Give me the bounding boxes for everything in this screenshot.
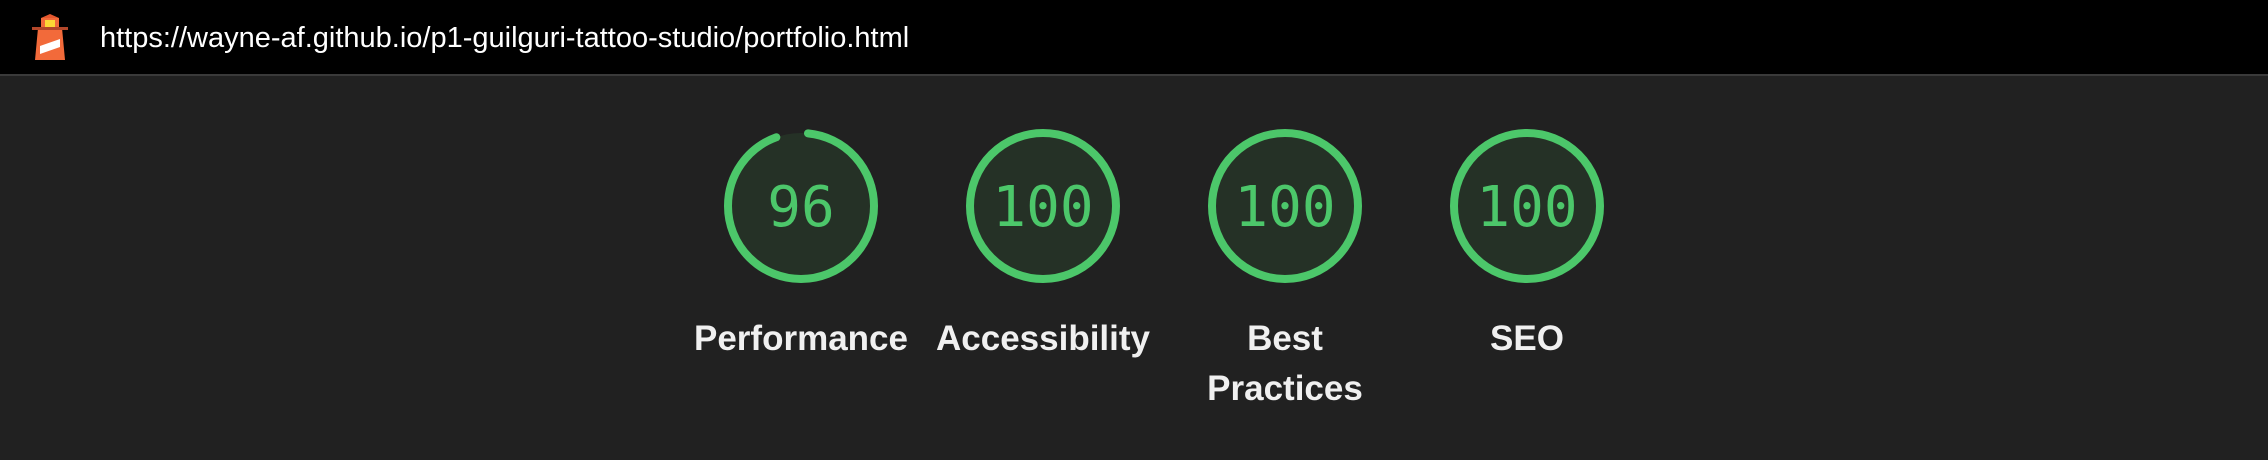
- gauge-best-practices[interactable]: 100 Best Practices: [1165, 126, 1405, 426]
- gauge-score: 100: [1476, 175, 1577, 240]
- gauge-label: Accessibility: [936, 319, 1150, 358]
- gauge-ring: 100: [966, 129, 1120, 283]
- gauge-score: 100: [992, 175, 1093, 240]
- gauge-performance[interactable]: 96 Performance: [681, 126, 921, 426]
- gauge-label: Best Practices: [1207, 319, 1363, 408]
- gauge-score: 100: [1234, 175, 1335, 240]
- gauge-label: SEO: [1490, 319, 1564, 358]
- gauge-score: 96: [767, 175, 834, 240]
- page-url[interactable]: https://wayne-af.github.io/p1-guilguri-t…: [100, 19, 909, 57]
- lighthouse-icon: [32, 14, 68, 60]
- gauge-seo[interactable]: 100 SEO: [1407, 126, 1647, 426]
- gauge-ring: 96: [724, 129, 878, 283]
- report-header: https://wayne-af.github.io/p1-guilguri-t…: [0, 0, 2268, 76]
- score-gauges: 96 Performance 100 Accessibility 100 Bes…: [0, 78, 2268, 460]
- gauge-label: Performance: [694, 319, 908, 358]
- gauge-ring: 100: [1208, 129, 1362, 283]
- gauge-ring: 100: [1450, 129, 1604, 283]
- gauge-accessibility[interactable]: 100 Accessibility: [923, 126, 1163, 426]
